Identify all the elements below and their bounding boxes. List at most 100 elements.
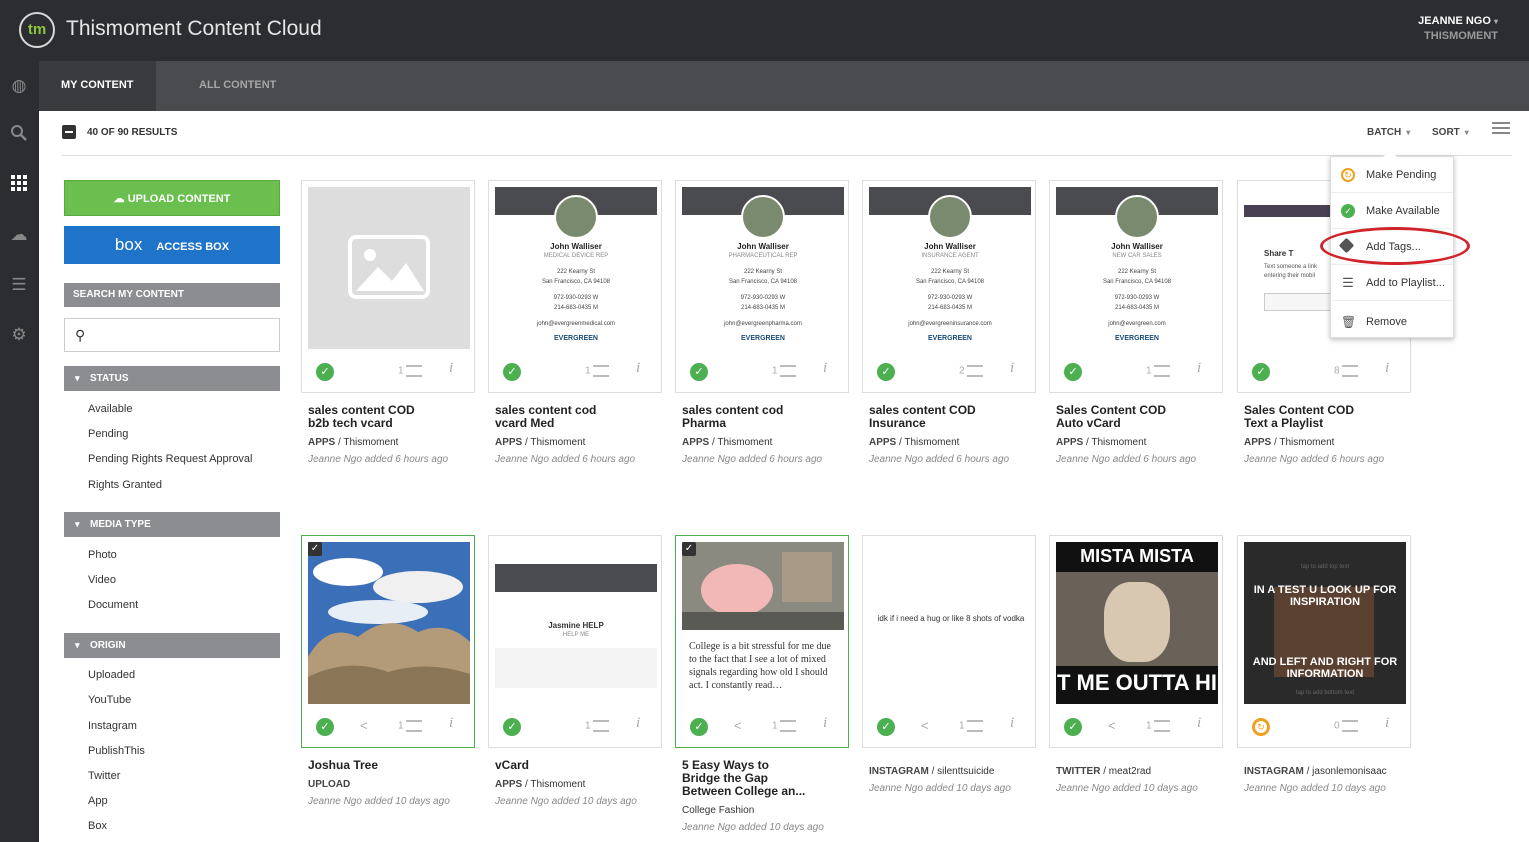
card-title[interactable]: sales content COD Insurance <box>869 404 976 430</box>
playlist-count[interactable]: 1 <box>1146 365 1170 377</box>
content-card[interactable]: idk if i need a hug or like 8 shots of v… <box>862 535 1036 748</box>
search-icon[interactable] <box>8 124 30 146</box>
remove-item[interactable]: 🗑 Remove <box>1331 304 1453 340</box>
content-card[interactable]: John Walliser PHARMACEUTICAL REP 222 Kear… <box>675 180 849 393</box>
card-title[interactable]: sales content COD b2b tech vcard <box>308 404 415 430</box>
available-check-icon: ✓ <box>1252 363 1270 381</box>
list-view-icon[interactable] <box>1492 122 1510 138</box>
card-title[interactable]: Sales Content COD Text a Playlist <box>1244 404 1354 430</box>
share-icon[interactable]: < <box>921 718 929 733</box>
available-check-icon: ✓ <box>1064 363 1082 381</box>
gear-icon[interactable]: ⚙ <box>8 324 30 346</box>
info-icon[interactable]: i <box>1010 360 1014 377</box>
results-bar: 40 OF 90 RESULTS BATCH ▾ SORT ▾ <box>62 118 1512 156</box>
share-icon[interactable]: < <box>734 718 742 733</box>
playlist-count[interactable]: 1 <box>772 365 796 377</box>
content-card[interactable]: ✓ ✓ <1 i <box>301 535 475 748</box>
info-icon[interactable]: i <box>1197 360 1201 377</box>
card-title[interactable]: 5 Easy Ways to Bridge the Gap Between Coll… <box>682 759 805 798</box>
playlist-count[interactable]: 8 <box>1334 365 1358 377</box>
info-icon[interactable]: i <box>1385 360 1389 377</box>
filter-photo[interactable]: Photo <box>88 549 117 561</box>
content-card[interactable]: tap to add top text IN A TEST U LOOK UP … <box>1237 535 1411 748</box>
make-pending-item[interactable]: ↻ Make Pending <box>1331 157 1453 193</box>
info-icon[interactable]: i <box>636 715 640 732</box>
filter-youtube[interactable]: YouTube <box>88 694 131 706</box>
share-icon[interactable]: < <box>360 718 368 733</box>
cloud-icon[interactable]: ☁ <box>8 224 30 246</box>
filter-publishthis[interactable]: PublishThis <box>88 745 145 757</box>
batch-button[interactable]: BATCH ▾ <box>1367 127 1410 138</box>
playlist-count[interactable]: 1 <box>398 365 422 377</box>
filter-instagram[interactable]: Instagram <box>88 720 137 732</box>
search-header: SEARCH MY CONTENT <box>64 283 280 307</box>
origin-filter-header[interactable]: ORIGIN <box>64 633 280 658</box>
sort-button[interactable]: SORT ▾ <box>1432 127 1469 138</box>
content-card[interactable]: John Walliser NEW CAR SALES 222 Kearny St… <box>1049 180 1223 393</box>
tab-my-content[interactable]: MY CONTENT <box>39 61 156 111</box>
card-title[interactable]: Sales Content COD Auto vCard <box>1056 404 1166 430</box>
content-card[interactable]: ✓ 1 i <box>301 180 475 393</box>
playlist-count[interactable]: 0 <box>1334 720 1358 732</box>
content-card[interactable]: John Walliser INSURANCE AGENT 222 Kearny … <box>862 180 1036 393</box>
filter-rights-granted[interactable]: Rights Granted <box>88 479 162 491</box>
playlist-count[interactable]: 1 <box>772 720 796 732</box>
globe-icon[interactable]: ◍ <box>8 75 30 97</box>
grid-icon[interactable] <box>8 174 30 196</box>
info-icon[interactable]: i <box>1385 715 1389 732</box>
card-title[interactable]: sales content cod Pharma <box>682 404 783 430</box>
content-card[interactable]: John Walliser MEDICAL DEVICE REP 222 Kear… <box>488 180 662 393</box>
playlist-count[interactable]: 1 <box>1146 720 1170 732</box>
vcard-thumbnail: John Walliser NEW CAR SALES 222 Kearny St… <box>1056 187 1218 349</box>
select-all-checkbox[interactable] <box>62 125 76 139</box>
filter-available[interactable]: Available <box>88 403 132 415</box>
playlist-count[interactable]: 1 <box>585 365 609 377</box>
content-card[interactable]: Jasmine HELP HELP ME ✓ 1 i <box>488 535 662 748</box>
media-type-filter-header[interactable]: MEDIA TYPE <box>64 512 280 537</box>
playlist-count[interactable]: 1 <box>398 720 422 732</box>
share-icon[interactable]: < <box>1108 718 1116 733</box>
add-to-playlist-item[interactable]: ☰ Add to Playlist... <box>1331 265 1453 301</box>
filter-document[interactable]: Document <box>88 599 138 611</box>
tab-all-content[interactable]: ALL CONTENT <box>177 61 298 111</box>
playlist-count[interactable]: 1 <box>585 720 609 732</box>
chevron-down-icon: ▾ <box>1464 128 1469 137</box>
card-title[interactable]: vCard <box>495 759 529 772</box>
info-icon[interactable]: i <box>1197 715 1201 732</box>
user-menu[interactable]: JEANNE NGO ▾ <box>1418 15 1498 27</box>
info-icon[interactable]: i <box>1010 715 1014 732</box>
card-source: APPS / Thismoment <box>682 437 773 448</box>
info-icon[interactable]: i <box>449 360 453 377</box>
content-card[interactable]: College is a bit stressful for me due to… <box>675 535 849 748</box>
status-filter-header[interactable]: STATUS <box>64 366 280 391</box>
filter-pending[interactable]: Pending <box>88 428 128 440</box>
search-input[interactable]: ⚲ <box>64 318 280 352</box>
access-box-button[interactable]: box ACCESS BOX <box>64 226 280 264</box>
content-card[interactable]: MISTA MISTA T ME OUTTA HI ✓ <1 i <box>1049 535 1223 748</box>
filter-twitter[interactable]: Twitter <box>88 770 120 782</box>
filter-box[interactable]: Box <box>88 820 107 832</box>
filter-pending-rights[interactable]: Pending Rights Request Approval <box>88 453 253 465</box>
list-icon[interactable]: ☰ <box>8 274 30 296</box>
app-logo[interactable]: tm <box>19 12 55 48</box>
card-title[interactable]: sales content cod vcard Med <box>495 404 596 430</box>
info-icon[interactable]: i <box>636 360 640 377</box>
selected-checkbox[interactable]: ✓ <box>682 542 696 556</box>
card-source: APPS / Thismoment <box>495 437 586 448</box>
info-icon[interactable]: i <box>449 715 453 732</box>
info-icon[interactable]: i <box>823 715 827 732</box>
filter-uploaded[interactable]: Uploaded <box>88 669 135 681</box>
selected-checkbox[interactable]: ✓ <box>308 542 322 556</box>
avatar <box>928 195 972 239</box>
card-title[interactable]: Joshua Tree <box>308 759 378 772</box>
card-date: Jeanne Ngo added 6 hours ago <box>682 454 823 465</box>
playlist-count[interactable]: 1 <box>959 720 983 732</box>
make-available-item[interactable]: ✓ Make Available <box>1331 193 1453 229</box>
filter-video[interactable]: Video <box>88 574 116 586</box>
playlist-count[interactable]: 2 <box>959 365 983 377</box>
vcard-thumbnail: Jasmine HELP HELP ME <box>495 542 657 704</box>
info-icon[interactable]: i <box>823 360 827 377</box>
upload-content-button[interactable]: ☁ UPLOAD CONTENT <box>64 180 280 216</box>
filter-app[interactable]: App <box>88 795 108 807</box>
card-date: Jeanne Ngo added 10 days ago <box>869 783 1011 794</box>
